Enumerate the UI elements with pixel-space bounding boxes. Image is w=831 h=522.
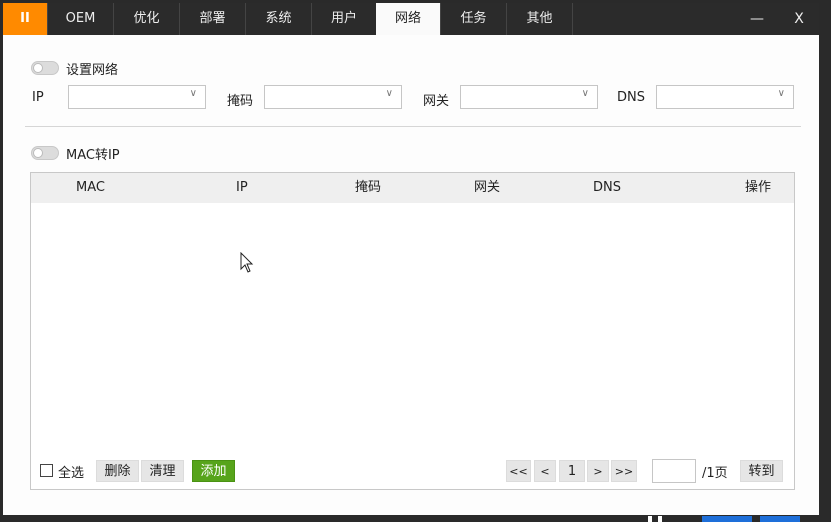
column-dns[interactable]: DNS: [593, 173, 621, 203]
mask-combobox[interactable]: ∨: [264, 85, 402, 109]
current-page[interactable]: 1: [559, 460, 585, 482]
column-ip[interactable]: IP: [236, 173, 248, 203]
tab-user[interactable]: 用户: [311, 3, 376, 35]
ip-combobox[interactable]: ∨: [68, 85, 206, 109]
tab-network[interactable]: 网络: [376, 3, 440, 35]
tab-optimize[interactable]: 优化: [113, 3, 179, 35]
column-mac[interactable]: MAC: [76, 173, 105, 203]
gateway-label: 网关: [423, 94, 450, 109]
dns-combobox[interactable]: ∨: [656, 85, 794, 109]
goto-button[interactable]: 转到: [740, 460, 783, 482]
mac-to-ip-label: MAC转IP: [66, 148, 120, 163]
mac-ip-table: MAC IP 掩码 网关 DNS 操作 全选 删除 清理 添加 << < 1 >…: [30, 172, 795, 490]
next-page-button[interactable]: >: [587, 460, 609, 482]
tab-other[interactable]: 其他: [506, 3, 573, 35]
chevron-down-icon: ∨: [385, 88, 393, 99]
set-network-switch[interactable]: [31, 61, 59, 75]
chevron-down-icon: ∨: [581, 88, 589, 99]
select-all-checkbox[interactable]: [40, 464, 53, 477]
section-divider: [25, 126, 801, 127]
set-network-label: 设置网络: [66, 63, 119, 78]
first-page-button[interactable]: <<: [506, 460, 531, 482]
chevron-down-icon: ∨: [777, 88, 785, 99]
column-gateway[interactable]: 网关: [474, 173, 500, 203]
tab-deploy[interactable]: 部署: [179, 3, 245, 35]
close-button[interactable]: X: [779, 3, 819, 35]
switch-knob: [33, 148, 43, 158]
column-mask[interactable]: 掩码: [355, 173, 381, 203]
mac-to-ip-switch[interactable]: [31, 146, 59, 160]
main-window: II OEM 优化 部署 系统 用户 网络 任务 其他 — X 设置网络 IP …: [3, 3, 819, 515]
mouse-cursor-icon: [240, 252, 254, 273]
delete-button[interactable]: 删除: [96, 460, 139, 482]
mask-label: 掩码: [227, 94, 254, 109]
page-number-input[interactable]: [652, 459, 696, 483]
select-all-label: 全选: [58, 466, 85, 481]
switch-knob: [33, 63, 43, 73]
last-page-button[interactable]: >>: [611, 460, 637, 482]
gateway-combobox[interactable]: ∨: [460, 85, 598, 109]
total-pages-label: /1页: [702, 466, 728, 481]
table-header: MAC IP 掩码 网关 DNS 操作: [31, 173, 794, 203]
chevron-down-icon: ∨: [189, 88, 197, 99]
dns-label: DNS: [617, 90, 645, 105]
clear-button[interactable]: 清理: [141, 460, 184, 482]
ip-label: IP: [32, 90, 44, 105]
minimize-button[interactable]: —: [737, 3, 777, 35]
tab-task[interactable]: 任务: [440, 3, 506, 35]
tab-oem[interactable]: OEM: [47, 3, 113, 35]
column-actions: 操作: [745, 180, 772, 195]
watermark-fragment: [648, 516, 800, 522]
prev-page-button[interactable]: <: [534, 460, 556, 482]
logo-button[interactable]: II: [3, 3, 47, 35]
title-bar: II OEM 优化 部署 系统 用户 网络 任务 其他 — X: [3, 3, 819, 35]
tab-system[interactable]: 系统: [245, 3, 311, 35]
add-button[interactable]: 添加: [192, 460, 235, 482]
